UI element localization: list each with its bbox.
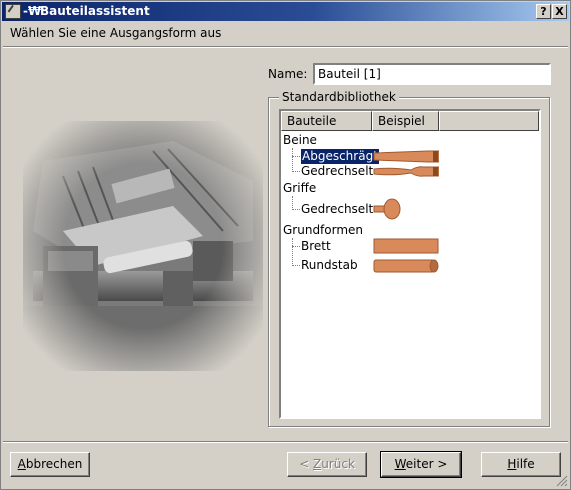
- tree-connector: [292, 265, 300, 266]
- help-button-label: ilfe: [516, 457, 535, 471]
- board-preview-icon: [373, 238, 439, 254]
- next-button-mnemonic: W: [394, 457, 406, 471]
- tree-category-handles[interactable]: Griffe: [283, 181, 316, 196]
- footer-separator: [3, 441, 568, 443]
- back-button-prefix: <: [299, 457, 313, 471]
- round-rod-preview-icon: [373, 259, 439, 273]
- cancel-button-mnemonic: A: [17, 457, 26, 471]
- knob-preview-icon: [373, 198, 401, 220]
- tree-item-round-rod[interactable]: Rundstab: [301, 258, 358, 273]
- title-close-button[interactable]: X: [552, 4, 567, 19]
- tree-category-basic-shapes[interactable]: Grundformen: [283, 223, 363, 238]
- back-button-label: urück: [321, 457, 355, 471]
- app-tool-icon[interactable]: [5, 4, 21, 19]
- tree-item-board[interactable]: Brett: [301, 239, 331, 254]
- column-header-parts[interactable]: Bauteile: [281, 111, 372, 131]
- wizard-instruction: Wählen Sie eine Ausgangsform aus: [10, 26, 222, 40]
- tapered-leg-preview-icon: [373, 150, 439, 163]
- next-button[interactable]: Weiter >: [380, 451, 462, 478]
- cancel-button-label: bbrechen: [25, 457, 83, 471]
- tree-connector: [292, 148, 293, 172]
- column-header-example[interactable]: Beispiel: [372, 111, 439, 131]
- tree-item-turned-leg[interactable]: Gedrechselt: [301, 164, 373, 179]
- wizard-window: -₩ Bauteilassistent ? X Wählen Sie eine …: [0, 0, 571, 490]
- tree-item-tapered-leg[interactable]: Abgeschrägt: [300, 148, 380, 165]
- tree-category-legs[interactable]: Beine: [283, 133, 317, 148]
- title-help-button[interactable]: ?: [536, 4, 551, 19]
- next-button-label: eiter >: [405, 457, 448, 471]
- help-button[interactable]: Hilfe: [481, 452, 561, 477]
- workshop-illustration: [23, 121, 263, 371]
- window-title: Bauteilassistent: [40, 4, 150, 18]
- name-input[interactable]: [313, 63, 551, 85]
- tree-connector: [292, 156, 300, 157]
- title-bar[interactable]: -₩ Bauteilassistent ? X: [2, 2, 569, 21]
- tree-connector: [292, 246, 300, 247]
- back-button[interactable]: < Zurück: [287, 452, 367, 477]
- name-label: Name:: [268, 67, 308, 81]
- cancel-button[interactable]: Abbrechen: [10, 452, 90, 477]
- tree-connector: [292, 238, 293, 266]
- header-separator: [3, 46, 568, 48]
- standard-library-title: Standardbibliothek: [279, 90, 399, 104]
- title-symbol: -₩: [23, 4, 42, 18]
- back-button-mnemonic: Z: [312, 457, 322, 471]
- list-header: Bauteile Beispiel: [281, 111, 539, 131]
- tree-connector: [292, 196, 293, 210]
- tree-item-turned-knob[interactable]: Gedrechselt: [301, 202, 373, 217]
- tree-connector: [292, 171, 300, 172]
- part-tree-list[interactable]: Bauteile Beispiel Beine Abgeschrägt Gedr…: [279, 109, 541, 419]
- tree-connector: [292, 209, 300, 210]
- turned-leg-preview-icon: [373, 166, 439, 177]
- column-header-filler: [439, 111, 539, 131]
- resize-grip-icon[interactable]: [556, 475, 568, 487]
